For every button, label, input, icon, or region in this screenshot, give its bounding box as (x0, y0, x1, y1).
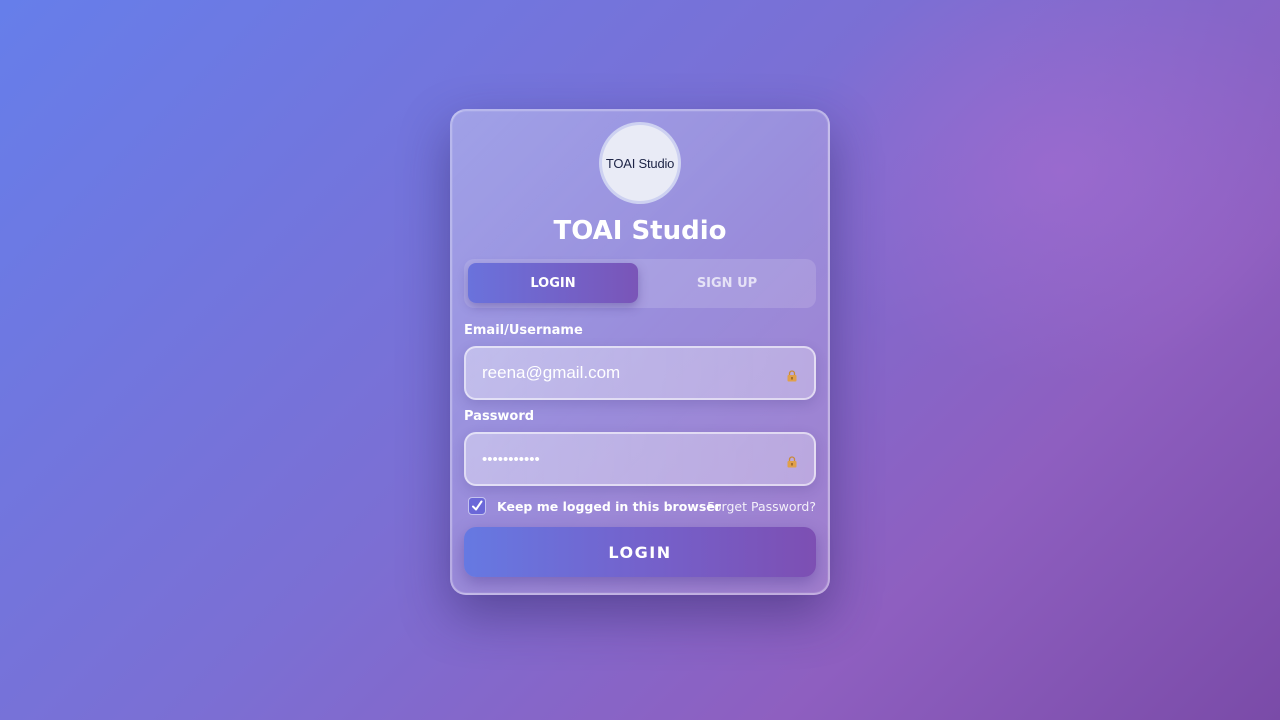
logo: TOAI Studio (599, 122, 681, 204)
password-label: Password (464, 409, 535, 424)
forgot-password-link[interactable]: Forget Password? (707, 499, 816, 514)
tab-login[interactable]: LOGIN (468, 263, 638, 303)
logo-text: TOAI Studio (605, 155, 675, 171)
login-button[interactable]: LOGIN (464, 527, 816, 577)
email-label: Email/Username (464, 323, 583, 338)
email-field-wrapper (464, 346, 816, 400)
app-title: TOAI Studio (553, 216, 727, 246)
auth-tabs: LOGIN SIGN UP (464, 259, 816, 308)
password-field[interactable] (482, 434, 772, 484)
background-glow (800, 0, 1280, 380)
checkmark-icon (472, 500, 483, 511)
tab-sign-up[interactable]: SIGN UP (642, 263, 812, 303)
remember-me: Keep me logged in this browser (468, 497, 721, 515)
password-field-wrapper (464, 432, 816, 486)
lock-icon (787, 370, 797, 382)
remember-label: Keep me logged in this browser (497, 498, 721, 514)
email-field[interactable] (482, 348, 772, 398)
remember-checkbox[interactable] (468, 497, 486, 515)
lock-icon (787, 456, 797, 468)
